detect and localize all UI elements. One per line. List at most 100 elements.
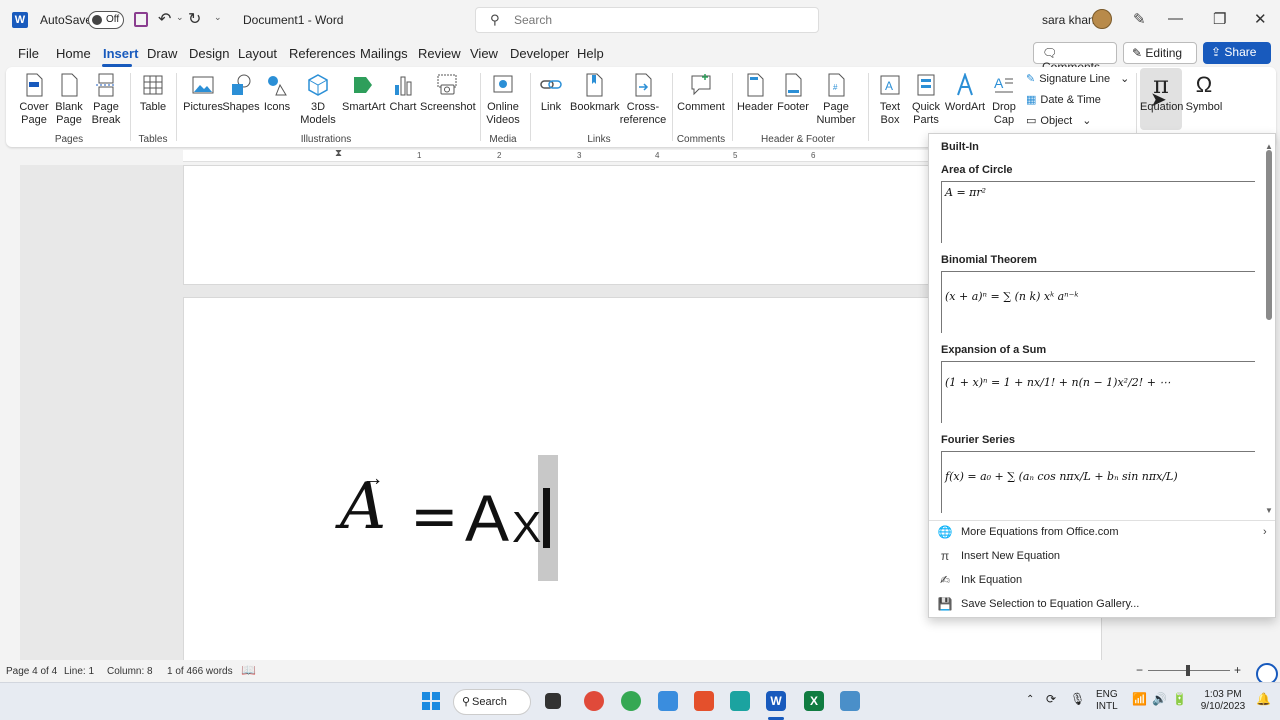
gallery-scrollbar[interactable]: ▲ ▼ xyxy=(1265,142,1273,515)
restore-icon[interactable]: ❐ xyxy=(1213,10,1226,28)
icons-button[interactable]: Icons xyxy=(262,73,292,114)
more-equations-menu-item[interactable]: 🌐 More Equations from Office.com › xyxy=(937,525,1267,539)
tab-file[interactable]: File xyxy=(18,46,39,61)
edge-app-icon[interactable] xyxy=(658,691,678,711)
header-button[interactable]: Header xyxy=(736,73,774,114)
minimize-icon[interactable]: — xyxy=(1168,10,1183,27)
scroll-down-icon[interactable]: ▼ xyxy=(1265,506,1273,515)
save-icon[interactable] xyxy=(134,12,148,27)
shapes-button[interactable]: Shapes xyxy=(222,73,260,114)
cross-reference-button[interactable]: Cross- reference xyxy=(618,73,668,127)
app-taskbar-icon[interactable] xyxy=(840,691,860,711)
object-button[interactable]: ▭ Object ⌄ xyxy=(1026,114,1091,128)
cover-page-button[interactable]: Cover Page xyxy=(14,73,54,127)
microphone-icon[interactable]: 🎙 xyxy=(1070,693,1085,705)
indent-marker-icon[interactable]: ⧗ xyxy=(335,148,342,159)
equation-term[interactable]: A xyxy=(465,480,509,556)
chrome-profile-icon[interactable] xyxy=(621,691,641,711)
windows-start-icon[interactable] xyxy=(421,691,441,711)
pictures-button[interactable]: Pictures xyxy=(182,73,224,114)
tab-help[interactable]: Help xyxy=(577,46,604,61)
3d-models-button[interactable]: 3D Models xyxy=(294,73,342,127)
quick-parts-button[interactable]: Quick Parts xyxy=(908,73,944,127)
equation-subscript[interactable]: X xyxy=(512,503,541,553)
page-count[interactable]: Page 4 of 4 xyxy=(6,666,57,677)
tab-insert[interactable]: Insert xyxy=(103,46,138,61)
word-count[interactable]: 1 of 466 words xyxy=(167,666,233,677)
horizontal-ruler[interactable]: 1 2 3 4 5 6 ⧗ xyxy=(183,148,928,162)
presentation-app-icon[interactable] xyxy=(694,691,714,711)
symbol-button[interactable]: Ω Symbol xyxy=(1184,73,1224,114)
page-break-button[interactable]: Page Break xyxy=(88,73,124,127)
blank-page-button[interactable]: Blank Page xyxy=(52,73,86,127)
user-name[interactable]: sara khan xyxy=(1042,13,1095,27)
page-number-button[interactable]: # Page Number xyxy=(814,73,858,127)
share-button[interactable]: ⇪ Share xyxy=(1203,42,1271,64)
tab-draw[interactable]: Draw xyxy=(147,46,177,61)
equation-item[interactable]: f(x) = a₀ + ∑ (aₙ cos nπx/L + bₙ sin nπx… xyxy=(941,451,1255,513)
table-button[interactable]: Table xyxy=(136,73,170,114)
date-time-button[interactable]: ▦ Date & Time xyxy=(1026,93,1101,107)
tab-mailings[interactable]: Mailings xyxy=(360,46,408,61)
tab-layout[interactable]: Layout xyxy=(238,46,277,61)
tab-view[interactable]: View xyxy=(470,46,498,61)
word-taskbar-icon[interactable]: W xyxy=(766,691,786,711)
equation-item[interactable]: (x + a)ⁿ = ∑ (n k) xᵏ aⁿ⁻ᵏ xyxy=(941,271,1255,333)
notifications-icon[interactable]: 🔔 xyxy=(1256,693,1271,705)
tab-design[interactable]: Design xyxy=(189,46,229,61)
avatar[interactable] xyxy=(1092,9,1112,29)
drop-cap-button[interactable]: A Drop Cap xyxy=(986,73,1022,127)
proofing-book-icon[interactable]: 📖 xyxy=(241,663,256,677)
signature-line-button[interactable]: ✎ Signature Line ⌄ xyxy=(1026,72,1129,86)
footer-button[interactable]: Footer xyxy=(774,73,812,114)
link-button[interactable]: Link xyxy=(536,73,566,114)
ink-equation-menu-item[interactable]: ✍ Ink Equation xyxy=(937,573,1022,587)
redo-icon[interactable]: ↻ xyxy=(188,9,201,29)
save-to-gallery-menu-item[interactable]: 💾 Save Selection to Equation Gallery... xyxy=(937,597,1140,611)
close-icon[interactable]: ✕ xyxy=(1254,10,1267,28)
chevron-up-icon[interactable]: ⌃ xyxy=(1026,694,1034,706)
customize-qat-icon[interactable]: ⌄ xyxy=(214,12,222,23)
smartart-button[interactable]: SmartArt xyxy=(342,73,385,114)
wordart-button[interactable]: WordArt xyxy=(944,73,986,114)
screenshot-button[interactable]: Screenshot xyxy=(420,73,476,114)
tab-review[interactable]: Review xyxy=(418,46,461,61)
zoom-slider-knob[interactable] xyxy=(1186,665,1190,676)
tab-developer[interactable]: Developer xyxy=(510,46,569,61)
comment-button[interactable]: Comment xyxy=(676,73,726,114)
tab-references[interactable]: References xyxy=(289,46,355,61)
calculator-icon[interactable] xyxy=(730,691,750,711)
zoom-out-icon[interactable]: − xyxy=(1136,663,1143,677)
undo-icon[interactable]: ↶ xyxy=(158,9,171,29)
taskbar-search[interactable]: ⚲ Search xyxy=(453,689,531,715)
autosave-toggle[interactable]: Off xyxy=(88,11,124,29)
zoom-in-icon[interactable]: + xyxy=(1234,663,1241,677)
task-view-icon[interactable] xyxy=(545,693,561,709)
equation-equals[interactable]: = xyxy=(410,482,459,550)
equation-item[interactable]: A = πr² xyxy=(941,181,1255,243)
equation-vector[interactable]: A xyxy=(340,470,386,544)
sync-icon[interactable]: ⟳ xyxy=(1046,693,1056,705)
online-videos-button[interactable]: Online Videos xyxy=(484,73,522,127)
status-bar: Page 4 of 4 Line: 1 Column: 8 1 of 466 w… xyxy=(0,660,1280,682)
volume-icon[interactable]: 🔊 xyxy=(1152,693,1167,705)
undo-dropdown-icon[interactable]: ⌄ xyxy=(176,12,184,23)
clock[interactable]: 1:03 PM 9/10/2023 xyxy=(1198,689,1248,713)
insert-new-equation-menu-item[interactable]: π Insert New Equation xyxy=(937,549,1060,563)
chart-button[interactable]: Chart xyxy=(388,73,418,114)
comments-button[interactable]: 🗨 Comments xyxy=(1033,42,1117,74)
vertical-ruler[interactable] xyxy=(0,165,20,660)
search-input[interactable]: ⚲ Search xyxy=(475,7,819,33)
designer-pen-icon[interactable]: ✎ xyxy=(1133,10,1146,28)
tab-home[interactable]: Home xyxy=(56,46,91,61)
editing-button[interactable]: ✎ Editing ⌄ xyxy=(1123,42,1197,74)
battery-icon[interactable]: 🔋 xyxy=(1172,693,1187,705)
text-box-button[interactable]: A Text Box xyxy=(872,73,908,127)
scrollbar-thumb[interactable] xyxy=(1266,150,1272,320)
chrome-icon[interactable] xyxy=(584,691,604,711)
excel-taskbar-icon[interactable]: X xyxy=(804,691,824,711)
wifi-icon[interactable]: 📶 xyxy=(1132,693,1147,705)
bookmark-button[interactable]: Bookmark xyxy=(570,73,620,114)
equation-item[interactable]: (1 + x)ⁿ = 1 + nx/1! + n(n − 1)x²/2! + ⋯ xyxy=(941,361,1255,423)
language-indicator[interactable]: ENG INTL xyxy=(1096,689,1118,713)
